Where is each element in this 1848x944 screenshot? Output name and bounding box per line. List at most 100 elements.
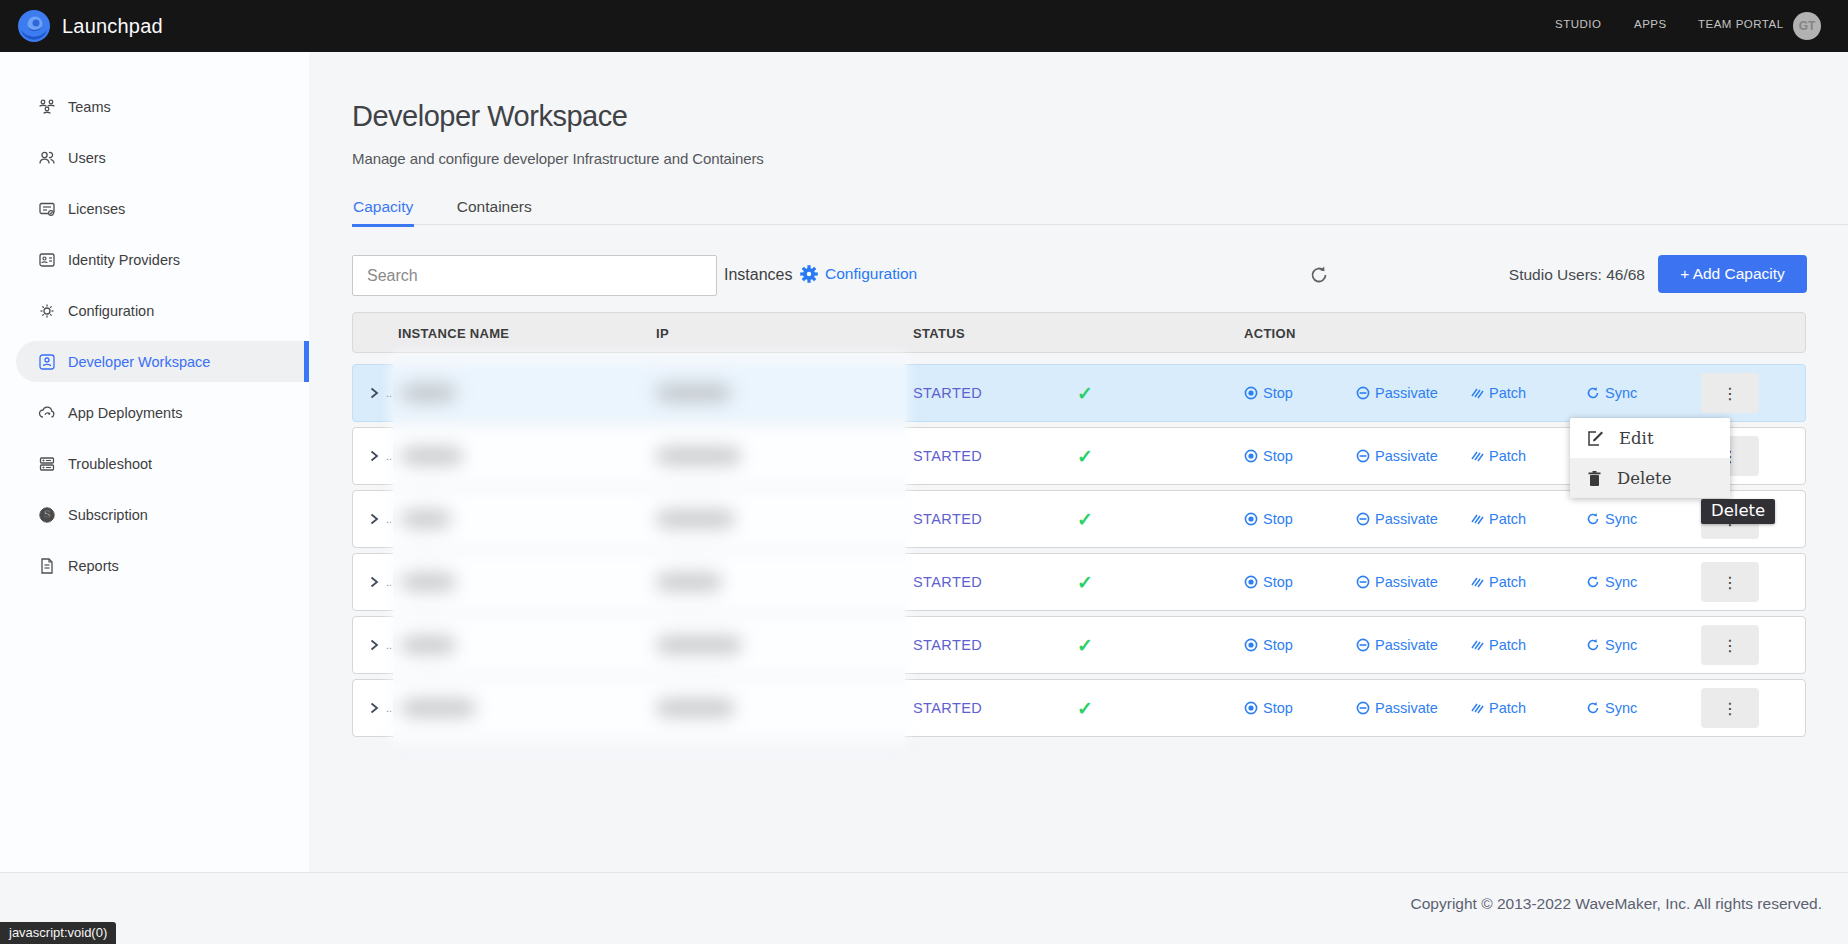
edit-icon [1587,430,1604,447]
sync-icon [1586,575,1600,589]
passivate-icon [1356,449,1370,463]
sync-icon [1586,386,1600,400]
tab-capacity[interactable]: Capacity [352,190,414,227]
stop-action[interactable]: Stop [1244,385,1293,401]
teams-icon [38,98,56,116]
patch-icon [1470,512,1484,526]
sidebar-item-reports[interactable]: Reports [0,540,309,591]
expand-chevron-icon[interactable] [367,449,381,463]
row-menu-kebab-button[interactable]: ⋮ [1701,373,1759,413]
passivate-icon [1356,512,1370,526]
patch-icon [1470,638,1484,652]
page-subtitle: Manage and configure developer Infrastru… [352,150,764,167]
sidebar-item-label: Reports [68,558,119,574]
patch-action[interactable]: Patch [1470,448,1526,464]
add-capacity-button[interactable]: + Add Capacity [1658,255,1807,293]
column-header-status: STATUS [913,326,965,341]
passivate-action[interactable]: Passivate [1356,637,1438,653]
stop-icon [1244,386,1258,400]
tabs: Capacity Containers [352,190,1848,225]
expand-chevron-icon[interactable] [367,575,381,589]
sidebar-item-label: Subscription [68,507,148,523]
expand-chevron-icon[interactable] [367,386,381,400]
users-icon [38,149,56,167]
expand-chevron-icon[interactable] [367,701,381,715]
patch-action[interactable]: Patch [1470,511,1526,527]
status-badge: STARTED [913,637,982,653]
svg-text:S: S [44,509,51,520]
topnav-studio[interactable]: STUDIO [1555,18,1601,30]
stop-icon [1244,701,1258,715]
sync-icon [1586,638,1600,652]
status-ok-check-icon: ✓ [1077,571,1093,594]
truncated-name-prefix: .. [386,387,392,399]
menu-item-delete[interactable]: Delete [1570,458,1730,498]
sidebar-item-licenses[interactable]: Licenses [0,183,309,234]
passivate-action[interactable]: Passivate [1356,700,1438,716]
topnav-apps[interactable]: APPS [1634,18,1667,30]
configuration-link-label: Configuration [825,265,917,283]
stop-action[interactable]: Stop [1244,448,1293,464]
stop-action[interactable]: Stop [1244,700,1293,716]
patch-action[interactable]: Patch [1470,700,1526,716]
sidebar-item-developer-workspace[interactable]: Developer Workspace [0,336,309,387]
truncated-name-prefix: .. [386,513,392,525]
brand[interactable]: Launchpad [18,10,163,42]
footer: Copyright © 2013-2022 WaveMaker, Inc. Al… [0,872,1848,944]
sync-action[interactable]: Sync [1586,385,1637,401]
patch-action[interactable]: Patch [1470,637,1526,653]
search-input[interactable] [352,255,717,296]
row-menu-kebab-button[interactable]: ⋮ [1701,688,1759,728]
sidebar-item-configuration[interactable]: Configuration [0,285,309,336]
status-ok-check-icon: ✓ [1077,445,1093,468]
passivate-action[interactable]: Passivate [1356,385,1438,401]
sync-action[interactable]: Sync [1586,511,1637,527]
sidebar-item-label: Users [68,150,106,166]
delete-icon [1587,470,1602,487]
sidebar-item-identity-providers[interactable]: Identity Providers [0,234,309,285]
sidebar-item-teams[interactable]: Teams [0,81,309,132]
instances-label: Instances [724,266,792,284]
stop-icon [1244,512,1258,526]
refresh-icon[interactable] [1308,264,1330,286]
sync-action[interactable]: Sync [1586,574,1637,590]
row-menu-kebab-button[interactable]: ⋮ [1701,562,1759,602]
sidebar-item-label: App Deployments [68,405,182,421]
passivate-action[interactable]: Passivate [1356,448,1438,464]
expand-chevron-icon[interactable] [367,512,381,526]
row-menu-kebab-button[interactable]: ⋮ [1701,625,1759,665]
sidebar-item-troubleshoot[interactable]: Troubleshoot [0,438,309,489]
stop-action[interactable]: Stop [1244,637,1293,653]
passivate-action[interactable]: Passivate [1356,574,1438,590]
page-title: Developer Workspace [352,100,627,133]
tab-containers[interactable]: Containers [456,190,533,227]
sidebar-item-users[interactable]: Users [0,132,309,183]
sidebar-item-app-deployments[interactable]: App Deployments [0,387,309,438]
configuration-link[interactable]: Configuration [799,264,917,284]
stop-icon [1244,575,1258,589]
sidebar-item-label: Configuration [68,303,154,319]
sidebar-item-label: Licenses [68,201,125,217]
status-badge: STARTED [913,448,982,464]
sync-action[interactable]: Sync [1586,637,1637,653]
sidebar-item-label: Developer Workspace [68,354,210,370]
statusbar-link-preview: javascript:void(0) [0,922,116,944]
sidebar-item-label: Identity Providers [68,252,180,268]
status-ok-check-icon: ✓ [1077,508,1093,531]
status-badge: STARTED [913,574,982,590]
sidebar-item-label: Troubleshoot [68,456,152,472]
passivate-action[interactable]: Passivate [1356,511,1438,527]
sync-action[interactable]: Sync [1586,700,1637,716]
avatar[interactable]: GT [1793,12,1821,40]
stop-action[interactable]: Stop [1244,574,1293,590]
stop-action[interactable]: Stop [1244,511,1293,527]
menu-item-edit[interactable]: Edit [1570,418,1730,458]
identity-providers-icon [38,251,56,269]
patch-action[interactable]: Patch [1470,574,1526,590]
status-badge: STARTED [913,385,982,401]
topnav-team-portal[interactable]: TEAM PORTAL [1698,18,1784,30]
expand-chevron-icon[interactable] [367,638,381,652]
developer-workspace-icon [38,353,56,371]
patch-action[interactable]: Patch [1470,385,1526,401]
sidebar-item-subscription[interactable]: S Subscription [0,489,309,540]
